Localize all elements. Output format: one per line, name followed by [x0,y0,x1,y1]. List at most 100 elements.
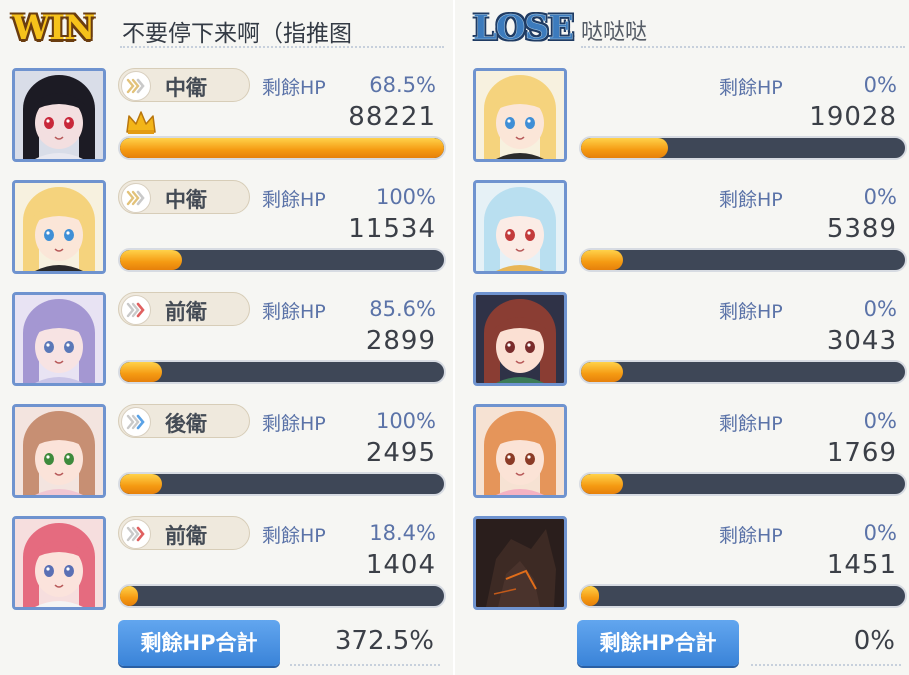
remaining-hp-value: 100% [375,409,436,433]
remaining-hp-value: 85.6% [369,297,436,321]
damage-bar-fill [120,250,182,270]
role-badge: 中衛 [118,68,250,102]
role-badge: 中衛 [118,180,250,214]
lose-total-hp-button[interactable]: 剩餘HP合計 [577,620,739,666]
remaining-hp-value: 18.4% [369,521,436,545]
damage-bar [118,472,446,496]
remaining-hp-label: 剩餘HP [719,413,783,435]
damage-bar [579,472,907,496]
character-avatar[interactable] [473,292,567,386]
header-divider [120,46,444,48]
total-divider [290,664,440,666]
damage-value: 11534 [348,214,436,244]
remaining-hp-value: 68.5% [369,73,436,97]
character-avatar[interactable] [473,68,567,162]
remaining-hp-label: 剩餘HP [262,413,326,435]
role-label: 中衛 [165,76,207,100]
damage-bar [118,584,446,608]
member-row: 前衛 剩餘HP 85.6% 2899 [12,292,448,392]
remaining-hp-label: 剩餘HP [262,77,326,99]
damage-value: 5389 [826,214,897,244]
damage-bar [579,136,907,160]
remaining-hp-value: 0% [863,409,897,433]
damage-bar-fill [581,250,624,270]
win-total-hp-value: 372.5% [334,626,434,656]
damage-value: 1451 [826,550,897,580]
role-label: 前衛 [165,300,207,324]
damage-bar-fill [581,138,669,158]
damage-bar-fill [581,586,599,606]
role-chevron-icon [121,519,151,549]
lose-header: LOSE 哒哒哒 [473,6,905,50]
character-avatar[interactable] [12,180,106,274]
damage-bar-fill [581,474,624,494]
damage-value: 88221 [348,102,436,132]
character-avatar[interactable] [473,180,567,274]
total-divider [751,664,901,666]
remaining-hp-label: 剩餘HP [719,77,783,99]
header-divider [581,46,905,48]
role-badge: 前衛 [118,516,250,550]
role-label: 後衛 [165,412,207,436]
damage-bar-fill [120,362,163,382]
character-avatar[interactable] [12,68,106,162]
remaining-hp-label: 剩餘HP [262,189,326,211]
win-team-name: 不要停下来啊（指推图 [122,21,352,47]
character-avatar[interactable] [473,516,567,610]
panel-divider [453,0,455,675]
remaining-hp-label: 剩餘HP [262,525,326,547]
member-row: 剩餘HP 0% 19028 [473,68,909,168]
crown-icon [124,108,158,136]
damage-bar [118,136,446,160]
remaining-hp-value: 0% [863,521,897,545]
damage-bar [118,248,446,272]
role-chevron-icon [121,407,151,437]
damage-bar-fill [581,362,624,382]
damage-bar [579,584,907,608]
damage-value: 1404 [365,550,436,580]
damage-value: 19028 [809,102,897,132]
remaining-hp-value: 0% [863,185,897,209]
damage-bar [118,360,446,384]
role-chevron-icon [121,183,151,213]
character-avatar[interactable] [12,404,106,498]
remaining-hp-label: 剩餘HP [262,301,326,323]
damage-bar [579,248,907,272]
member-row: 前衛 剩餘HP 18.4% 1404 [12,516,448,616]
role-chevron-icon [121,71,151,101]
remaining-hp-label: 剩餘HP [719,189,783,211]
role-label: 中衛 [165,188,207,212]
lose-total-hp-value: 0% [853,626,895,656]
role-chevron-icon [121,295,151,325]
damage-value: 1769 [826,438,897,468]
lose-team-name: 哒哒哒 [581,20,648,45]
win-header: WIN 不要停下来啊（指推图 [12,6,444,50]
remaining-hp-value: 0% [863,297,897,321]
lose-logo: LOSE [473,8,575,49]
member-row: 剩餘HP 0% 1769 [473,404,909,504]
role-badge: 後衛 [118,404,250,438]
member-row: 剩餘HP 0% 5389 [473,180,909,280]
damage-bar-fill [120,138,444,158]
damage-value: 2495 [365,438,436,468]
member-row: 中衛 剩餘HP 100% 11534 [12,180,448,280]
member-row: 後衛 剩餘HP 100% 2495 [12,404,448,504]
character-avatar[interactable] [12,292,106,386]
role-badge: 前衛 [118,292,250,326]
win-total-hp-button[interactable]: 剩餘HP合計 [118,620,280,666]
damage-value: 3043 [826,326,897,356]
damage-bar [579,360,907,384]
character-avatar[interactable] [473,404,567,498]
member-row: 中衛 剩餘HP 68.5% 88221 [12,68,448,168]
damage-bar-fill [120,586,138,606]
remaining-hp-label: 剩餘HP [719,301,783,323]
lose-panel: LOSE 哒哒哒 剩餘HP 0% 19028 剩餘HP 0% 5389 剩餘HP… [461,0,909,675]
member-row: 剩餘HP 0% 3043 [473,292,909,392]
character-avatar[interactable] [12,516,106,610]
win-logo: WIN [12,8,95,48]
role-label: 前衛 [165,524,207,548]
damage-value: 2899 [365,326,436,356]
damage-bar-fill [120,474,163,494]
remaining-hp-value: 0% [863,73,897,97]
member-row: 剩餘HP 0% 1451 [473,516,909,616]
